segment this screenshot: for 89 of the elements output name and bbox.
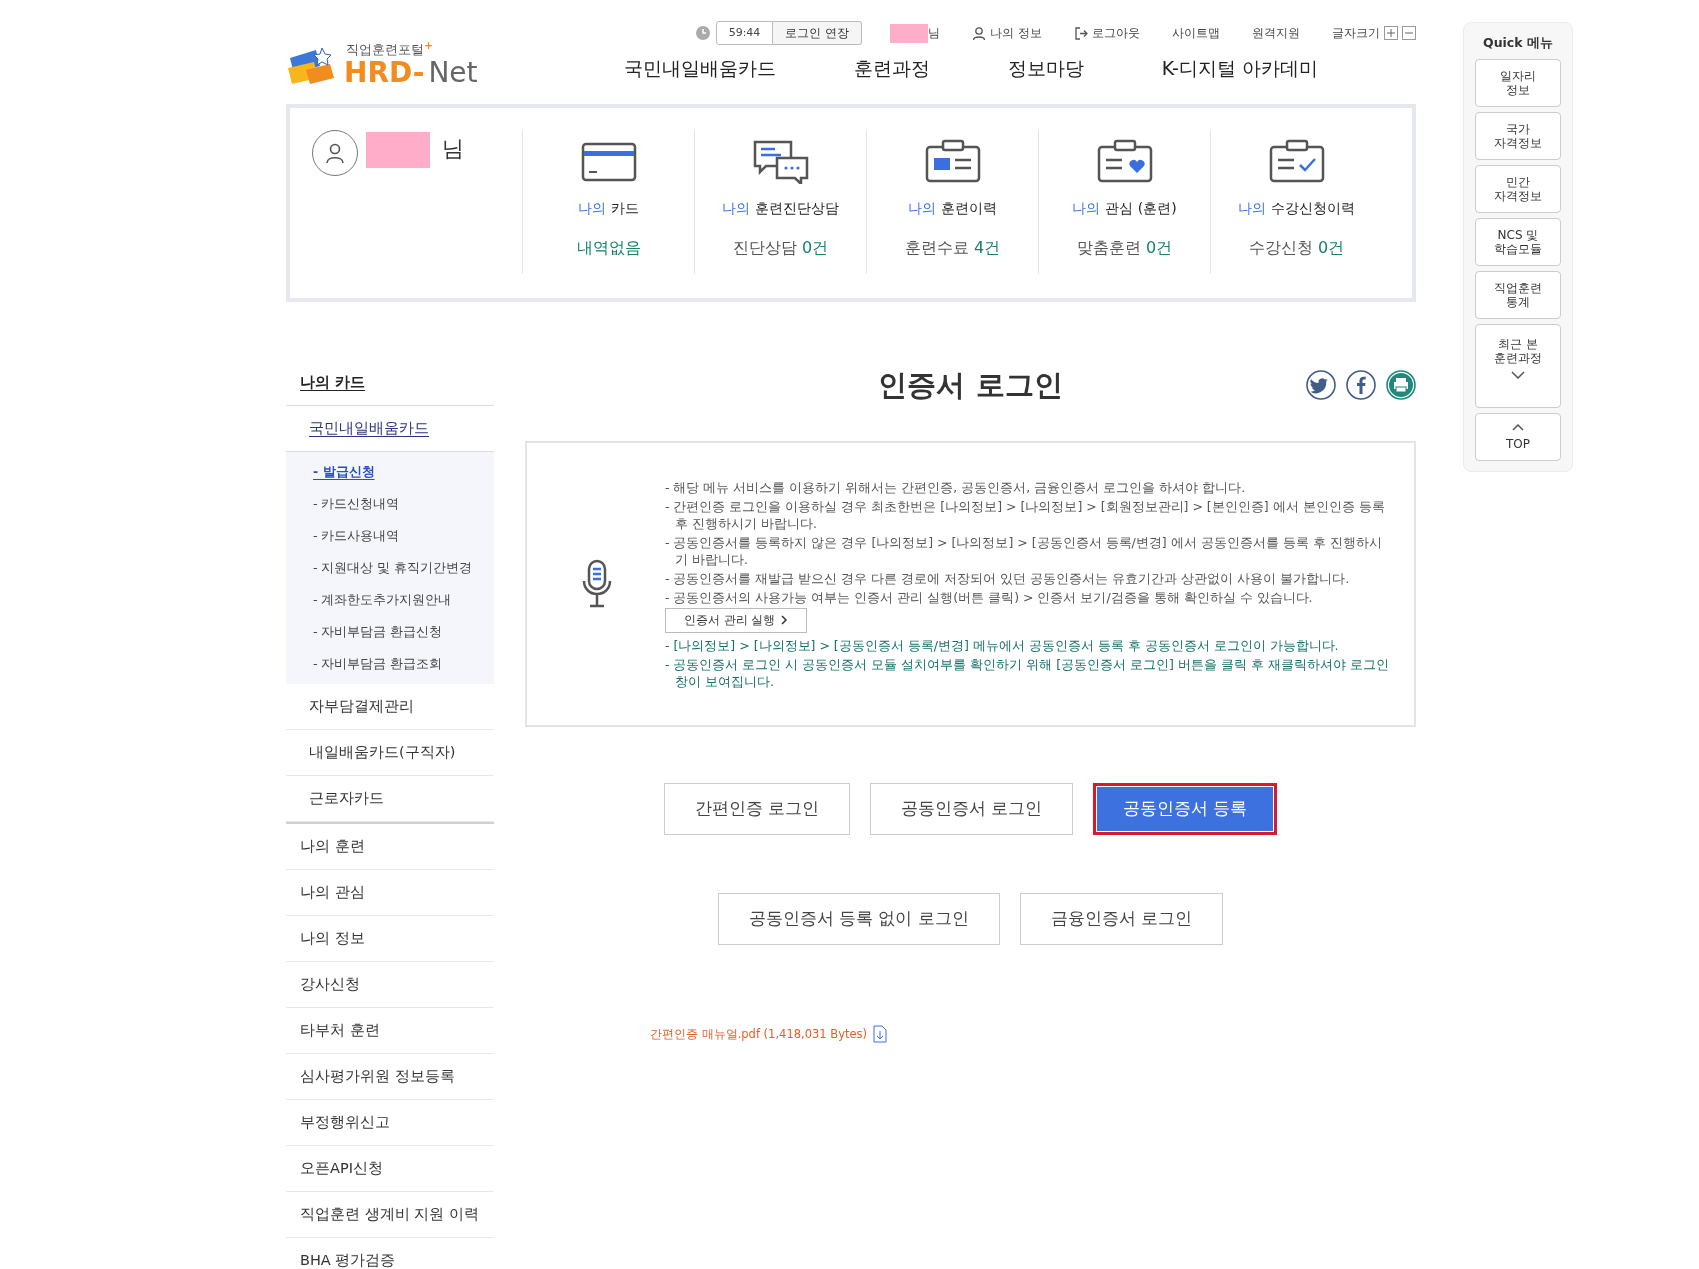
header-link[interactable]: 원격지원: [1252, 24, 1300, 42]
login-option-button[interactable]: 간편인증 로그인: [663, 783, 850, 835]
login-option-button[interactable]: 공동인증서 로그인: [869, 783, 1074, 835]
sidebar-menu-item[interactable]: 나의 훈련: [286, 824, 494, 870]
notice-text: - 공동인증서의 사용가능 여부는 인증서 관리 실행(버튼 클릭) > 인증서 보기/검증을 통해 확인하실 수 있습니다.: [665, 588, 1314, 606]
font-decrease-button[interactable]: [1402, 26, 1416, 40]
download-link[interactable]: 간편인증 매뉴얼.pdf (1,418,031 Bytes): [650, 1026, 868, 1042]
certificate-manager-button[interactable]: 인증서 관리 실행: [665, 607, 808, 633]
quick-menu-button[interactable]: 직업훈련 통계: [1475, 271, 1561, 319]
summary-value[interactable]: 훈련수료 4건: [904, 238, 1001, 259]
notice-text: - 간편인증 로그인을 이용하실 경우 최초한번은 [나의정보] > [나의정보] > [회원정보관리] > [본인인증] 에서 본인인증 등록 후 진행하시기 바랍니다.: [665, 497, 1386, 532]
caret-up-icon: [1512, 423, 1524, 431]
logo-tagline: 직업훈련포털$^{+}$: [346, 41, 435, 57]
print-button[interactable]: [1386, 370, 1416, 400]
sidebar-menu-item[interactable]: 오픈API신청: [286, 1146, 494, 1192]
quick-menu-button[interactable]: 민간 자격정보: [1475, 165, 1561, 213]
notice-text: - 공동인증서를 등록하지 않은 경우 [나의정보] > [나의정보] > [공동인증서 등록/변경] 에서 공동인증서를 등록 후 진행하시기 바랍니다.: [665, 533, 1383, 568]
chevron-right-icon: [781, 615, 789, 625]
notice-text: - [나의정보] > [나의정보] > [공동인증서 등록/변경] 메뉴에서 공동인증서 등록 후 공동인증서 로그인이 가능합니다.: [665, 636, 1340, 654]
sidebar-menu-item[interactable]: BHA 평가검증: [286, 1238, 494, 1269]
summary-label[interactable]: 나의 훈련진단상담: [722, 200, 839, 218]
my-info-link[interactable]: 나의 정보: [990, 24, 1042, 42]
sidebar-menu-item[interactable]: 자부담결제관리: [286, 684, 494, 730]
sidebar-menu-item[interactable]: - 지원대상 및 휴직기간변경: [286, 552, 494, 584]
logo-wordmark[interactable]: HRD-Net: [344, 58, 478, 87]
logout-icon: [1074, 25, 1088, 41]
sidebar-menu-item[interactable]: 강사신청: [286, 962, 494, 1008]
quick-menu-button[interactable]: NCS 및 학습모듈: [1475, 218, 1561, 266]
font-increase-button[interactable]: [1384, 26, 1398, 40]
logout-link[interactable]: 로그아웃: [1092, 24, 1140, 42]
redacted-name-block: [890, 23, 929, 43]
summary-icon: [1095, 138, 1154, 184]
download-file-icon: [873, 1025, 888, 1043]
quick-menu-title: Quick 메뉴: [1483, 35, 1553, 52]
sidebar-menu-item[interactable]: - 카드사용내역: [286, 520, 494, 552]
nav-menu-item[interactable]: 정보마당: [1007, 56, 1084, 82]
summary-value[interactable]: 맞춤훈련 0건: [1076, 238, 1173, 259]
summary-label[interactable]: 나의 수강신청이력: [1238, 200, 1355, 218]
clock-icon: [695, 26, 710, 40]
notice-text: - 공동인증서 로그인 시 공동인증서 모듈 설치여부를 확인하기 위해 [공동인증서 로그인] 버튼을 클릭 후 재클릭하셔야 로그인창이 보여집니다.: [665, 655, 1390, 690]
header-link[interactable]: 사이트맵: [1172, 24, 1220, 42]
sidebar-menu-item[interactable]: - 계좌한도추가지원안내: [286, 584, 494, 616]
quick-menu-button[interactable]: 일자리 정보: [1475, 59, 1561, 107]
redacted-name-block: [366, 132, 430, 168]
facebook-button[interactable]: [1346, 370, 1376, 400]
plus-icon: [1386, 28, 1396, 38]
sidebar-menu-item[interactable]: - 자비부담금 환급신청: [286, 616, 494, 648]
person-icon: [325, 142, 345, 164]
login-option-button[interactable]: 공동인증서 등록: [1093, 783, 1278, 835]
summary-label[interactable]: 나의 관심 (훈련): [1072, 200, 1177, 218]
sidebar-menu-item[interactable]: 내일배움카드(구직자): [286, 730, 494, 776]
person-icon: [972, 25, 987, 41]
notice-text: - 해당 메뉴 서비스를 이용하기 위해서는 간편인증, 공동인증서, 금융인증서 로그인을 하셔야 합니다.: [665, 478, 1247, 496]
sidebar-menu-item[interactable]: 근로자카드: [286, 776, 494, 822]
login-option-button[interactable]: 금융인증서 로그인: [1019, 893, 1223, 945]
sidebar-menu-item[interactable]: 타부처 훈련: [286, 1008, 494, 1054]
twitter-button[interactable]: [1306, 370, 1336, 400]
summary-value[interactable]: 진단상담 0건: [732, 238, 829, 259]
sidebar-menu-item[interactable]: 나의 정보: [286, 916, 494, 962]
sidebar-menu-item[interactable]: - 발급신청: [286, 456, 494, 488]
sidebar-menu-item[interactable]: - 자비부담금 환급조회: [286, 648, 494, 680]
summary-label[interactable]: 나의 카드: [578, 200, 639, 218]
quick-menu-button[interactable]: TOP: [1475, 413, 1561, 461]
sidebar-menu-item[interactable]: - 카드신청내역: [286, 488, 494, 520]
extend-login-button[interactable]: 로그인 연장: [773, 21, 863, 45]
sidebar-menu-item[interactable]: 나의 관심: [286, 870, 494, 916]
summary-icon: [751, 138, 810, 184]
notice-text: - 공동인증서를 재발급 받으신 경우 다른 경로에 저장되어 있던 공동인증서는 유효기간과 상관없이 사용이 불가합니다.: [665, 569, 1351, 587]
login-option-button[interactable]: 공동인증서 등록 없이 로그인: [718, 893, 1000, 945]
quick-menu-button[interactable]: 국가 자격정보: [1475, 112, 1561, 160]
nav-menu-item[interactable]: K-디지털 아카데미: [1161, 56, 1318, 82]
summary-label[interactable]: 나의 훈련이력: [908, 200, 997, 218]
sidebar-menu-item[interactable]: 심사평가위원 정보등록: [286, 1054, 494, 1100]
page-title: 인증서 로그인: [878, 367, 1063, 404]
sidebar-menu-item[interactable]: 나의 카드: [286, 360, 494, 406]
font-size-label: 글자크기: [1332, 24, 1380, 42]
quick-menu-button[interactable]: 최근 본 훈련과정: [1475, 324, 1561, 408]
summary-icon: [923, 138, 982, 184]
nav-menu-item[interactable]: 국민내일배움카드: [623, 56, 776, 82]
summary-value[interactable]: 내역없음: [576, 238, 641, 259]
chevron-down-icon: [1511, 371, 1525, 379]
user-suffix: 님: [442, 135, 464, 163]
sidebar-menu-item[interactable]: 부정행위신고: [286, 1100, 494, 1146]
summary-icon: [1267, 138, 1326, 184]
user-suffix: 님: [928, 24, 941, 42]
summary-value[interactable]: 수강신청 0건: [1248, 238, 1345, 259]
microphone-icon: [581, 559, 613, 609]
nav-menu-item[interactable]: 훈련과정: [853, 56, 930, 82]
sidebar-menu-item[interactable]: 직업훈련 생계비 지원 이력: [286, 1192, 494, 1238]
